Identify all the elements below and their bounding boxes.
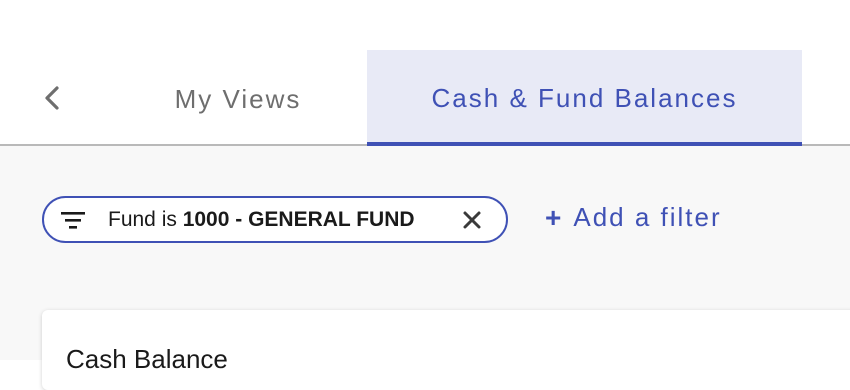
fund-filter-chip[interactable]: Fund is 1000 - GENERAL FUND: [42, 196, 508, 243]
chevron-left-icon: [45, 86, 59, 110]
filter-list-icon: [61, 212, 85, 229]
back-button[interactable]: [36, 80, 68, 116]
filter-chip-prefix: Fund is: [108, 208, 183, 231]
tab-cash-fund-balances-label: Cash & Fund Balances: [431, 82, 738, 113]
tab-bar: My Views Cash & Fund Balances: [0, 0, 850, 146]
filter-chip-value: 1000 - GENERAL FUND: [182, 208, 415, 231]
add-filter-button[interactable]: + Add a filter: [545, 202, 722, 233]
tab-cash-fund-balances[interactable]: Cash & Fund Balances: [367, 50, 802, 146]
close-icon[interactable]: [460, 208, 484, 232]
tab-my-views-label: My Views: [174, 83, 302, 114]
cash-balance-card: Cash Balance: [42, 310, 850, 390]
filter-chip-text: Fund is 1000 - GENERAL FUND: [108, 208, 415, 232]
main-content: Fund is 1000 - GENERAL FUND + Add a filt…: [0, 146, 850, 390]
add-filter-label: Add a filter: [573, 202, 722, 232]
plus-icon: +: [545, 201, 562, 233]
tab-my-views[interactable]: My Views: [110, 50, 366, 146]
